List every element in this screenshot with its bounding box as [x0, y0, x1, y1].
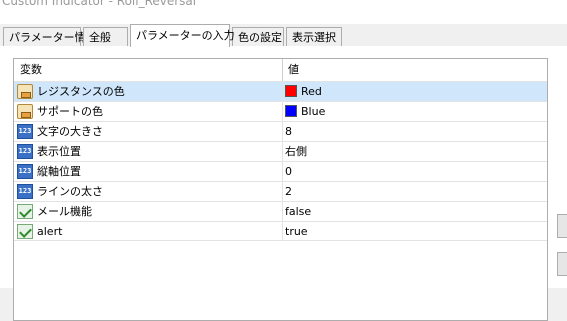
title-bar: Custom Indicator - Roll_Reversal — [0, 0, 567, 24]
param-name: 文字の大きさ — [37, 125, 103, 138]
color-swatch — [285, 85, 297, 97]
cell-divider — [282, 182, 283, 201]
parameter-panel: 変数 値 レジスタンスの色 Red サポートの色 Blue 123 文字の大きさ… — [0, 46, 567, 321]
param-value[interactable]: true — [285, 222, 308, 241]
cell-divider — [282, 102, 283, 121]
param-value[interactable]: Red — [301, 82, 322, 101]
cell-divider — [282, 202, 283, 221]
integer-icon: 123 — [17, 144, 33, 159]
param-name: 縦軸位置 — [37, 165, 81, 178]
cell-divider — [282, 122, 283, 141]
window-title: Custom Indicator - Roll_Reversal — [2, 0, 197, 8]
parameter-grid: 変数 値 レジスタンスの色 Red サポートの色 Blue 123 文字の大きさ… — [13, 58, 548, 321]
save-button[interactable] — [557, 252, 567, 276]
param-value[interactable]: 8 — [285, 122, 292, 141]
column-separator[interactable] — [282, 59, 283, 81]
color-icon — [17, 84, 33, 99]
table-row[interactable]: 123 ラインの太さ 2 — [14, 181, 547, 201]
param-value[interactable]: 2 — [285, 182, 292, 201]
boolean-icon — [17, 204, 33, 219]
tab-general[interactable]: 全般 — [83, 27, 128, 46]
tab-parameter-info[interactable]: パラメーター情報 — [3, 27, 97, 46]
table-row[interactable]: 123 文字の大きさ 8 — [14, 121, 547, 141]
tab-display-select[interactable]: 表示選択 — [286, 27, 342, 46]
tab-strip: パラメーター情報 全般 パラメーターの入力 色の設定 表示選択 — [0, 24, 567, 47]
param-name: alert — [37, 225, 63, 238]
cell-divider — [282, 142, 283, 161]
param-value[interactable]: false — [285, 202, 311, 221]
integer-icon: 123 — [17, 184, 33, 199]
param-name: サポートの色 — [37, 105, 103, 118]
param-value[interactable]: Blue — [301, 102, 325, 121]
table-row[interactable]: 123 表示位置 右側 — [14, 141, 547, 161]
cell-divider — [282, 82, 283, 101]
boolean-icon — [17, 224, 33, 239]
param-name: ラインの太さ — [37, 185, 103, 198]
param-value[interactable]: 右側 — [285, 142, 307, 161]
table-row[interactable]: alert true — [14, 221, 547, 241]
integer-icon: 123 — [17, 164, 33, 179]
cell-divider — [282, 222, 283, 241]
header-variable[interactable]: 変数 — [20, 59, 42, 81]
integer-icon: 123 — [17, 124, 33, 139]
param-name: メール機能 — [37, 205, 92, 218]
table-row[interactable]: 123 縦軸位置 0 — [14, 161, 547, 181]
table-row[interactable]: サポートの色 Blue — [14, 101, 547, 121]
color-swatch — [285, 105, 297, 117]
tab-parameter-input[interactable]: パラメーターの入力 — [130, 24, 235, 47]
table-row[interactable]: レジスタンスの色 Red — [14, 81, 547, 101]
param-value[interactable]: 0 — [285, 162, 292, 181]
color-icon — [17, 104, 33, 119]
tab-color-settings[interactable]: 色の設定 — [232, 27, 284, 46]
param-name: レジスタンスの色 — [37, 85, 125, 98]
grid-header: 変数 値 — [14, 59, 547, 81]
param-name: 表示位置 — [37, 145, 81, 158]
header-value[interactable]: 値 — [288, 59, 299, 81]
table-row[interactable]: メール機能 false — [14, 201, 547, 221]
load-button[interactable] — [557, 214, 567, 238]
cell-divider — [282, 162, 283, 181]
